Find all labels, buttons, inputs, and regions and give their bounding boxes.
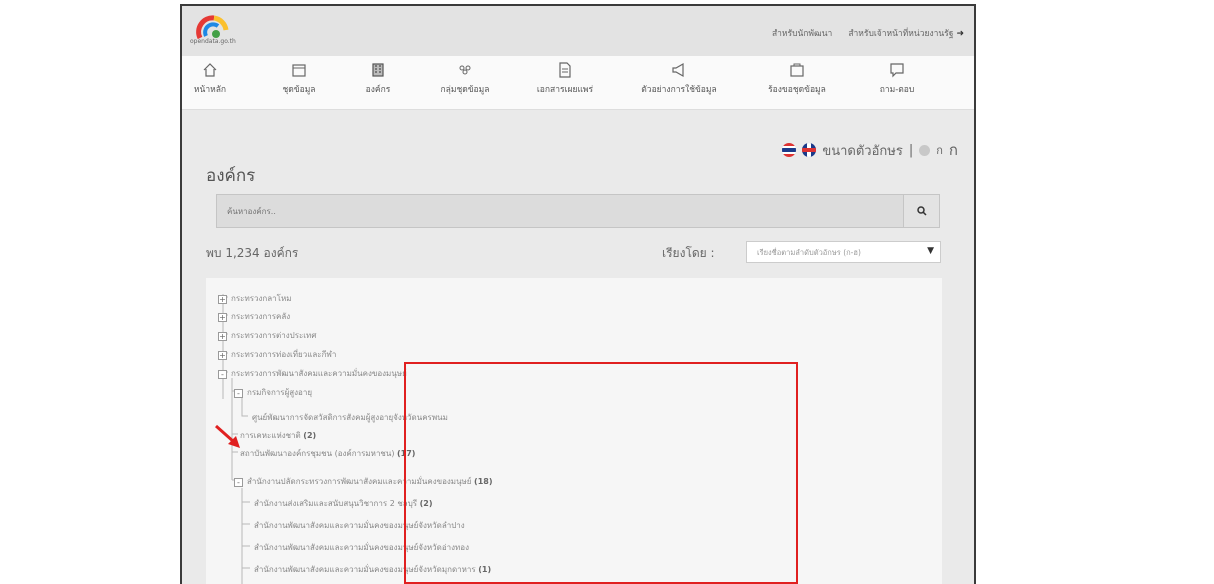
nav-organizations[interactable]: องค์กร bbox=[358, 62, 398, 96]
officer-link[interactable]: สำหรับเจ้าหน้าที่หน่วยงานรัฐ ➜ bbox=[848, 26, 964, 40]
tree-node-label: กรมกิจการผู้สูงอายุ bbox=[247, 388, 313, 397]
search-icon bbox=[916, 206, 927, 216]
home-icon bbox=[203, 63, 217, 77]
highlight-box bbox=[404, 362, 798, 584]
main-nav: หน้าหลัก ชุดข้อมูล องค์กร กลุ่มชุดข้อมูล… bbox=[182, 56, 974, 110]
separator: | bbox=[908, 142, 914, 158]
tree-node[interactable]: + กระทรวงกลาโหม bbox=[218, 292, 292, 305]
building-icon bbox=[372, 63, 384, 77]
tree-node-label: สำนักงานส่งเสริมและสนับสนุนวิชาการ 2 ชลบ… bbox=[254, 499, 418, 508]
sort-label: เรียงโดย : bbox=[662, 246, 715, 260]
nav-faq[interactable]: ถาม-ตอบ bbox=[872, 62, 922, 96]
tree-node-label: กระทรวงการท่องเที่ยวและกีฬา bbox=[231, 350, 337, 359]
nav-publications-label: เอกสารเผยแพร่ bbox=[536, 85, 594, 95]
search-button[interactable] bbox=[903, 195, 939, 227]
expand-icon[interactable]: + bbox=[218, 313, 227, 322]
logo-text: opendata.go.th bbox=[190, 38, 236, 45]
tree-node-label: สถาบันพัฒนาองค์กรชุมชน (องค์การมหาชน) bbox=[240, 449, 395, 458]
nav-request-label: ร้องขอชุดข้อมูล bbox=[768, 85, 826, 95]
chevron-down-icon: ▼ bbox=[927, 246, 934, 256]
expand-icon[interactable]: + bbox=[218, 332, 227, 341]
megaphone-icon bbox=[672, 62, 684, 78]
expand-icon[interactable]: + bbox=[218, 295, 227, 304]
tree-node-label: กระทรวงการพัฒนาสังคมและความมั่นคงของมนุษ… bbox=[231, 369, 407, 378]
nav-publications[interactable]: เอกสารเผยแพร่ bbox=[530, 62, 600, 96]
collapse-icon[interactable]: - bbox=[234, 389, 243, 398]
tree-node[interactable]: + กระทรวงการต่างประเทศ bbox=[218, 329, 316, 342]
search-input[interactable] bbox=[217, 195, 903, 227]
nav-faq-label: ถาม-ตอบ bbox=[879, 85, 915, 95]
font-size-reset-icon[interactable] bbox=[919, 144, 931, 156]
chat-icon bbox=[890, 63, 904, 78]
page-title: องค์กร bbox=[206, 166, 256, 186]
top-bar: opendata.go.th สำหรับนักพัฒนา สำหรับเจ้า… bbox=[182, 6, 974, 56]
nav-groups-label: กลุ่มชุดข้อมูล bbox=[440, 85, 490, 95]
tree-node-count: (2) bbox=[303, 431, 317, 440]
officer-link-label: สำหรับเจ้าหน้าที่หน่วยงานรัฐ bbox=[848, 29, 954, 39]
tree-node[interactable]: - กรมกิจการผู้สูงอายุ bbox=[234, 386, 312, 399]
nav-datasets-label: ชุดข้อมูล bbox=[282, 85, 316, 95]
tree-node-label: กระทรวงกลาโหม bbox=[231, 294, 292, 303]
sort-select-value: เรียงชื่อตามลำดับตัวอักษร (ก-ฮ) bbox=[757, 248, 861, 257]
nav-groups[interactable]: กลุ่มชุดข้อมูล bbox=[430, 62, 500, 96]
red-arrow-icon bbox=[215, 424, 240, 448]
tree-node-label: การเคหะแห่งชาติ bbox=[240, 431, 301, 440]
language-font-bar: ขนาดตัวอักษร | ก ก bbox=[782, 138, 958, 162]
nav-showcase-label: ตัวอย่างการใช้ข้อมูล bbox=[641, 85, 717, 95]
font-size-small-button[interactable]: ก bbox=[936, 141, 943, 159]
folder-icon bbox=[292, 64, 306, 77]
nav-home[interactable]: หน้าหลัก bbox=[190, 62, 230, 96]
login-icon: ➜ bbox=[956, 29, 964, 39]
tree-node-label: กระทรวงการคลัง bbox=[231, 312, 291, 321]
nav-request[interactable]: ร้องขอชุดข้อมูล bbox=[762, 62, 832, 96]
nav-showcase[interactable]: ตัวอย่างการใช้ข้อมูล bbox=[634, 62, 724, 96]
tree-node[interactable]: + กระทรวงการท่องเที่ยวและกีฬา bbox=[218, 348, 336, 361]
font-size-large-button[interactable]: ก bbox=[949, 138, 958, 162]
tree-node[interactable]: - กระทรวงการพัฒนาสังคมและความมั่นคงของมนุ… bbox=[218, 367, 407, 380]
nav-datasets[interactable]: ชุดข้อมูล bbox=[274, 62, 324, 96]
tree-node-label: กระทรวงการต่างประเทศ bbox=[231, 331, 317, 340]
nav-home-label: หน้าหลัก bbox=[193, 85, 227, 95]
request-icon bbox=[790, 63, 804, 77]
thai-flag-icon[interactable] bbox=[782, 143, 797, 157]
group-icon bbox=[459, 65, 471, 75]
sort-select[interactable]: เรียงชื่อตามลำดับตัวอักษร (ก-ฮ) ▼ bbox=[746, 241, 941, 263]
font-size-label: ขนาดตัวอักษร bbox=[822, 143, 903, 159]
search-bar bbox=[216, 194, 940, 228]
nav-organizations-label: องค์กร bbox=[365, 85, 391, 95]
uk-flag-icon[interactable] bbox=[802, 143, 817, 157]
developer-link[interactable]: สำหรับนักพัฒนา bbox=[772, 26, 832, 40]
expand-icon[interactable]: + bbox=[218, 351, 227, 360]
tree-node[interactable]: การเคหะแห่งชาติ (2) bbox=[240, 429, 316, 442]
collapse-icon[interactable]: - bbox=[218, 370, 227, 379]
result-count: พบ 1,234 องค์กร bbox=[206, 246, 299, 260]
tree-node[interactable]: สถาบันพัฒนาองค์กรชุมชน (องค์การมหาชน) (1… bbox=[240, 447, 415, 460]
top-links: สำหรับนักพัฒนา สำหรับเจ้าหน้าที่หน่วยงาน… bbox=[772, 26, 964, 40]
collapse-icon[interactable]: - bbox=[234, 478, 243, 487]
document-icon bbox=[559, 62, 571, 78]
tree-node[interactable]: + กระทรวงการคลัง bbox=[218, 310, 290, 323]
